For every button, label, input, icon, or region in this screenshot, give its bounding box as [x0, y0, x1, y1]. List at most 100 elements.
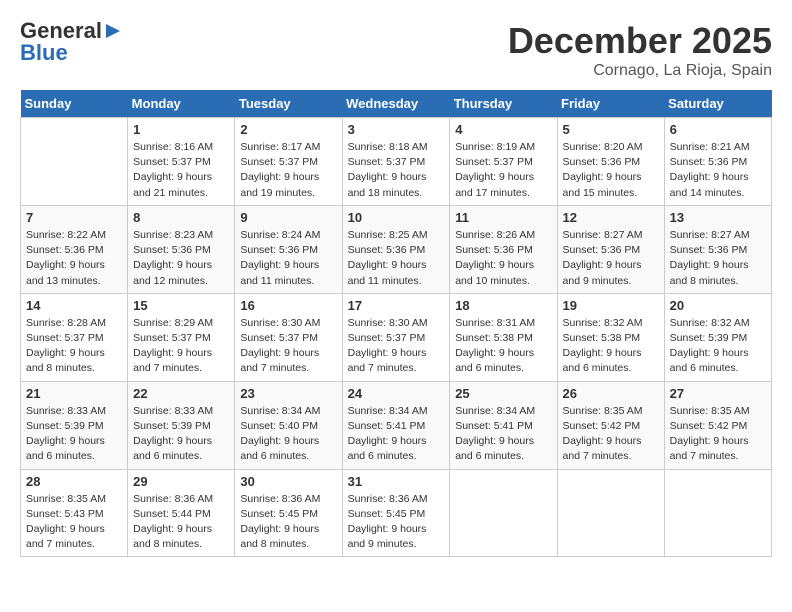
day-number: 2	[240, 122, 336, 137]
day-info: Sunrise: 8:36 AMSunset: 5:45 PMDaylight:…	[348, 492, 445, 553]
calendar-week-5: 28 Sunrise: 8:35 AMSunset: 5:43 PMDayligh…	[21, 469, 772, 557]
day-info: Sunrise: 8:31 AMSunset: 5:38 PMDaylight:…	[455, 316, 551, 377]
day-number: 10	[348, 210, 445, 225]
calendar-cell: 3 Sunrise: 8:18 AMSunset: 5:37 PMDaylight…	[342, 118, 450, 206]
day-info: Sunrise: 8:35 AMSunset: 5:42 PMDaylight:…	[670, 404, 766, 465]
day-number: 13	[670, 210, 766, 225]
day-number: 18	[455, 298, 551, 313]
day-number: 4	[455, 122, 551, 137]
day-info: Sunrise: 8:17 AMSunset: 5:37 PMDaylight:…	[240, 140, 336, 201]
calendar-cell: 27 Sunrise: 8:35 AMSunset: 5:42 PMDayligh…	[664, 381, 771, 469]
day-number: 15	[133, 298, 229, 313]
day-info: Sunrise: 8:23 AMSunset: 5:36 PMDaylight:…	[133, 228, 229, 289]
calendar-cell	[450, 469, 557, 557]
calendar-cell: 8 Sunrise: 8:23 AMSunset: 5:36 PMDaylight…	[128, 205, 235, 293]
day-info: Sunrise: 8:30 AMSunset: 5:37 PMDaylight:…	[240, 316, 336, 377]
calendar-cell: 7 Sunrise: 8:22 AMSunset: 5:36 PMDaylight…	[21, 205, 128, 293]
day-number: 16	[240, 298, 336, 313]
calendar-cell: 28 Sunrise: 8:35 AMSunset: 5:43 PMDayligh…	[21, 469, 128, 557]
day-number: 30	[240, 474, 336, 489]
calendar-cell: 16 Sunrise: 8:30 AMSunset: 5:37 PMDayligh…	[235, 293, 342, 381]
calendar-table: SundayMondayTuesdayWednesdayThursdayFrid…	[20, 90, 772, 557]
day-info: Sunrise: 8:30 AMSunset: 5:37 PMDaylight:…	[348, 316, 445, 377]
day-number: 9	[240, 210, 336, 225]
day-number: 29	[133, 474, 229, 489]
month-title: December 2025	[508, 20, 772, 62]
calendar-week-2: 7 Sunrise: 8:22 AMSunset: 5:36 PMDaylight…	[21, 205, 772, 293]
calendar-cell: 19 Sunrise: 8:32 AMSunset: 5:38 PMDayligh…	[557, 293, 664, 381]
day-info: Sunrise: 8:19 AMSunset: 5:37 PMDaylight:…	[455, 140, 551, 201]
calendar-cell: 1 Sunrise: 8:16 AMSunset: 5:37 PMDaylight…	[128, 118, 235, 206]
calendar-cell: 6 Sunrise: 8:21 AMSunset: 5:36 PMDaylight…	[664, 118, 771, 206]
day-info: Sunrise: 8:32 AMSunset: 5:38 PMDaylight:…	[563, 316, 659, 377]
day-info: Sunrise: 8:35 AMSunset: 5:42 PMDaylight:…	[563, 404, 659, 465]
day-number: 1	[133, 122, 229, 137]
day-info: Sunrise: 8:18 AMSunset: 5:37 PMDaylight:…	[348, 140, 445, 201]
day-number: 14	[26, 298, 122, 313]
weekday-sunday: Sunday	[21, 90, 128, 118]
weekday-thursday: Thursday	[450, 90, 557, 118]
calendar-cell: 11 Sunrise: 8:26 AMSunset: 5:36 PMDayligh…	[450, 205, 557, 293]
day-number: 3	[348, 122, 445, 137]
day-number: 12	[563, 210, 659, 225]
day-info: Sunrise: 8:36 AMSunset: 5:44 PMDaylight:…	[133, 492, 229, 553]
day-number: 5	[563, 122, 659, 137]
logo-flag-icon	[104, 22, 122, 40]
title-block: December 2025 Cornago, La Rioja, Spain	[508, 20, 772, 80]
day-info: Sunrise: 8:24 AMSunset: 5:36 PMDaylight:…	[240, 228, 336, 289]
day-number: 22	[133, 386, 229, 401]
weekday-tuesday: Tuesday	[235, 90, 342, 118]
weekday-saturday: Saturday	[664, 90, 771, 118]
calendar-cell: 5 Sunrise: 8:20 AMSunset: 5:36 PMDaylight…	[557, 118, 664, 206]
calendar-cell: 26 Sunrise: 8:35 AMSunset: 5:42 PMDayligh…	[557, 381, 664, 469]
day-info: Sunrise: 8:26 AMSunset: 5:36 PMDaylight:…	[455, 228, 551, 289]
calendar-cell	[664, 469, 771, 557]
weekday-monday: Monday	[128, 90, 235, 118]
day-info: Sunrise: 8:22 AMSunset: 5:36 PMDaylight:…	[26, 228, 122, 289]
day-number: 31	[348, 474, 445, 489]
day-number: 27	[670, 386, 766, 401]
calendar-cell: 20Sunrise: 8:32 AMSunset: 5:39 PMDayligh…	[664, 293, 771, 381]
calendar-cell: 29 Sunrise: 8:36 AMSunset: 5:44 PMDayligh…	[128, 469, 235, 557]
day-info: Sunrise: 8:16 AMSunset: 5:37 PMDaylight:…	[133, 140, 229, 201]
calendar-cell: 4 Sunrise: 8:19 AMSunset: 5:37 PMDaylight…	[450, 118, 557, 206]
day-number: 19	[563, 298, 659, 313]
day-info: Sunrise: 8:33 AMSunset: 5:39 PMDaylight:…	[133, 404, 229, 465]
day-number: 28	[26, 474, 122, 489]
day-info: Sunrise: 8:33 AMSunset: 5:39 PMDaylight:…	[26, 404, 122, 465]
day-number: 6	[670, 122, 766, 137]
calendar-cell: 9 Sunrise: 8:24 AMSunset: 5:36 PMDaylight…	[235, 205, 342, 293]
day-number: 11	[455, 210, 551, 225]
calendar-cell: 24 Sunrise: 8:34 AMSunset: 5:41 PMDayligh…	[342, 381, 450, 469]
calendar-cell: 18 Sunrise: 8:31 AMSunset: 5:38 PMDayligh…	[450, 293, 557, 381]
day-info: Sunrise: 8:25 AMSunset: 5:36 PMDaylight:…	[348, 228, 445, 289]
calendar-cell: 14Sunrise: 8:28 AMSunset: 5:37 PMDayligh…	[21, 293, 128, 381]
logo-general: General	[20, 20, 102, 42]
calendar-body: 1 Sunrise: 8:16 AMSunset: 5:37 PMDaylight…	[21, 118, 772, 557]
day-number: 24	[348, 386, 445, 401]
day-info: Sunrise: 8:34 AMSunset: 5:41 PMDaylight:…	[348, 404, 445, 465]
logo: General Blue	[20, 20, 122, 64]
calendar-cell: 21Sunrise: 8:33 AMSunset: 5:39 PMDayligh…	[21, 381, 128, 469]
weekday-friday: Friday	[557, 90, 664, 118]
day-info: Sunrise: 8:29 AMSunset: 5:37 PMDaylight:…	[133, 316, 229, 377]
calendar-cell	[557, 469, 664, 557]
day-info: Sunrise: 8:21 AMSunset: 5:36 PMDaylight:…	[670, 140, 766, 201]
day-info: Sunrise: 8:34 AMSunset: 5:40 PMDaylight:…	[240, 404, 336, 465]
day-number: 17	[348, 298, 445, 313]
day-info: Sunrise: 8:20 AMSunset: 5:36 PMDaylight:…	[563, 140, 659, 201]
day-info: Sunrise: 8:34 AMSunset: 5:41 PMDaylight:…	[455, 404, 551, 465]
calendar-cell: 31 Sunrise: 8:36 AMSunset: 5:45 PMDayligh…	[342, 469, 450, 557]
day-info: Sunrise: 8:32 AMSunset: 5:39 PMDaylight:…	[670, 316, 766, 377]
day-number: 7	[26, 210, 122, 225]
calendar-cell: 12Sunrise: 8:27 AMSunset: 5:36 PMDayligh…	[557, 205, 664, 293]
calendar-cell: 17 Sunrise: 8:30 AMSunset: 5:37 PMDayligh…	[342, 293, 450, 381]
day-info: Sunrise: 8:35 AMSunset: 5:43 PMDaylight:…	[26, 492, 122, 553]
calendar-cell: 23Sunrise: 8:34 AMSunset: 5:40 PMDayligh…	[235, 381, 342, 469]
calendar-cell: 10 Sunrise: 8:25 AMSunset: 5:36 PMDayligh…	[342, 205, 450, 293]
day-number: 26	[563, 386, 659, 401]
location-title: Cornago, La Rioja, Spain	[508, 62, 772, 80]
day-number: 8	[133, 210, 229, 225]
weekday-header-row: SundayMondayTuesdayWednesdayThursdayFrid…	[21, 90, 772, 118]
calendar-cell: 30Sunrise: 8:36 AMSunset: 5:45 PMDayligh…	[235, 469, 342, 557]
